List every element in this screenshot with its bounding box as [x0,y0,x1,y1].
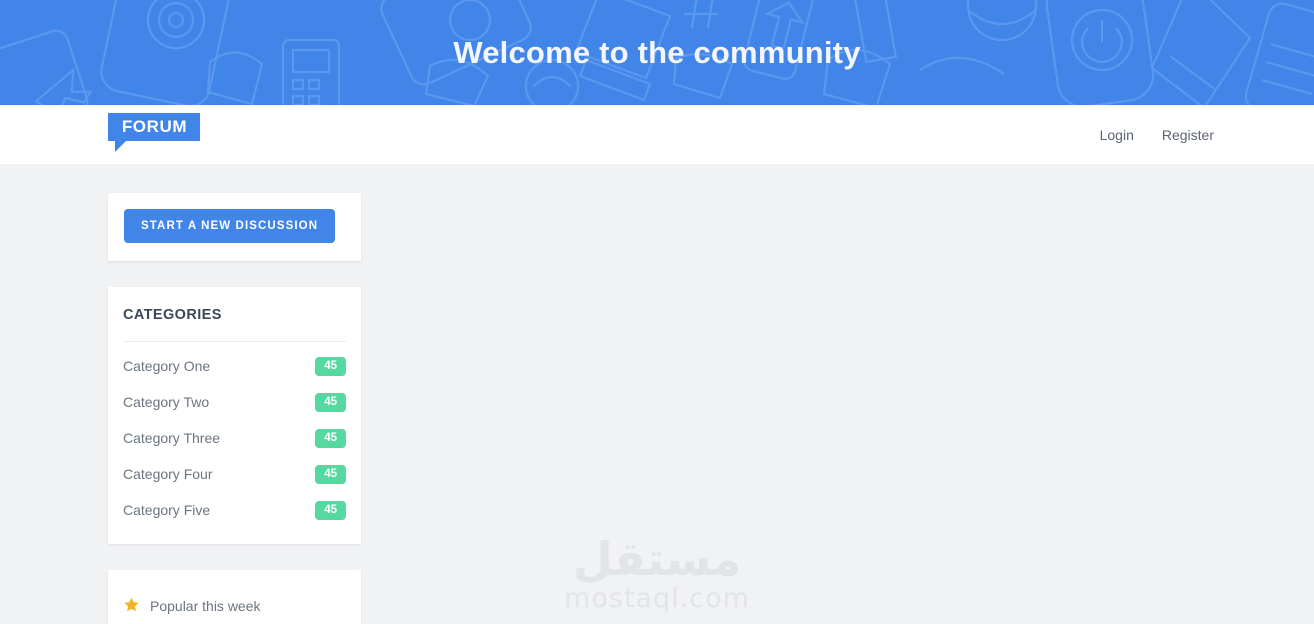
category-count-badge: 45 [315,464,346,484]
nav-link-register[interactable]: Register [1162,127,1214,143]
hero-banner: Welcome to the community [0,0,1314,105]
popular-card: Popular this week Popular all time [108,570,361,624]
new-discussion-card: START A NEW DISCUSSION [108,193,361,261]
hero-title: Welcome to the community [453,35,861,70]
brand-label: FORUM [108,113,200,141]
category-label: Category Five [123,502,211,518]
nav-link-login[interactable]: Login [1100,127,1134,143]
categories-title: CATEGORIES [123,307,222,323]
category-count-badge: 45 [315,500,346,520]
sidebar: START A NEW DISCUSSION CATEGORIES Catego… [108,193,361,624]
category-row[interactable]: Category One 45 [123,348,346,384]
categories-card: CATEGORIES Category One 45 Category Two … [108,287,361,544]
category-label: Category Three [123,430,221,446]
category-row[interactable]: Category Five 45 [123,492,346,528]
popular-this-week-label: Popular this week [150,598,261,614]
category-label: Category One [123,358,211,374]
popular-this-week-row[interactable]: Popular this week [123,588,346,624]
category-count-badge: 45 [315,392,346,412]
category-label: Category Two [123,394,210,410]
category-count-badge: 45 [315,356,346,376]
category-row[interactable]: Category Two 45 [123,384,346,420]
brand-speech-tail [115,141,126,152]
navbar: FORUM Login Register [0,105,1314,256]
category-count-badge: 45 [315,428,346,448]
page-body: START A NEW DISCUSSION CATEGORIES Catego… [0,165,1314,624]
category-label: Category Four [123,466,213,482]
brand-logo[interactable]: FORUM [108,113,200,152]
categories-divider [123,341,346,342]
category-row[interactable]: Category Four 45 [123,456,346,492]
start-new-discussion-button[interactable]: START A NEW DISCUSSION [124,209,336,243]
star-icon [123,597,139,616]
category-row[interactable]: Category Three 45 [123,420,346,456]
nav-links: Login Register [1100,105,1214,165]
